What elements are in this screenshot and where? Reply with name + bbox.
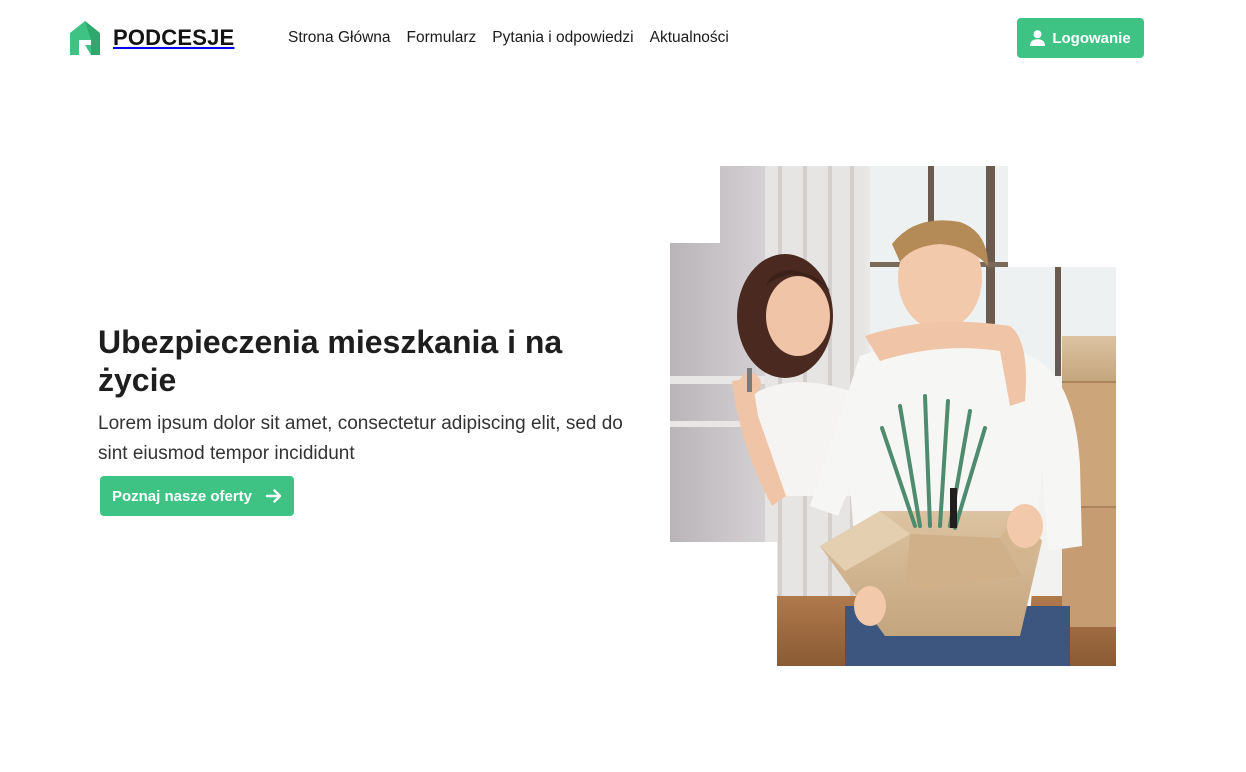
hero-description: Lorem ipsum dolor sit amet, consectetur … — [98, 413, 623, 464]
house-logo-icon — [70, 21, 100, 55]
user-icon — [1030, 30, 1046, 46]
couple-moving-photo — [670, 166, 1116, 666]
login-label: Logowanie — [1052, 29, 1131, 47]
nav-item-faq[interactable]: Pytania i odpowiedzi — [492, 29, 633, 47]
arrow-right-icon — [266, 489, 282, 503]
brand-name: PODCESJE — [113, 25, 235, 50]
main-nav: Strona Główna Formularz Pytania i odpowi… — [288, 29, 729, 47]
nav-item-form[interactable]: Formularz — [407, 29, 477, 47]
offers-button[interactable]: Poznaj nasze oferty — [100, 476, 294, 516]
nav-item-news[interactable]: Aktualności — [650, 29, 729, 47]
hero-title: Ubezpieczenia mieszkania i na życie — [98, 324, 563, 398]
login-button[interactable]: Logowanie — [1017, 18, 1144, 58]
offers-button-label: Poznaj nasze oferty — [111, 487, 253, 505]
logo[interactable]: PODCESJE — [70, 21, 234, 55]
nav-item-home[interactable]: Strona Główna — [288, 29, 391, 47]
